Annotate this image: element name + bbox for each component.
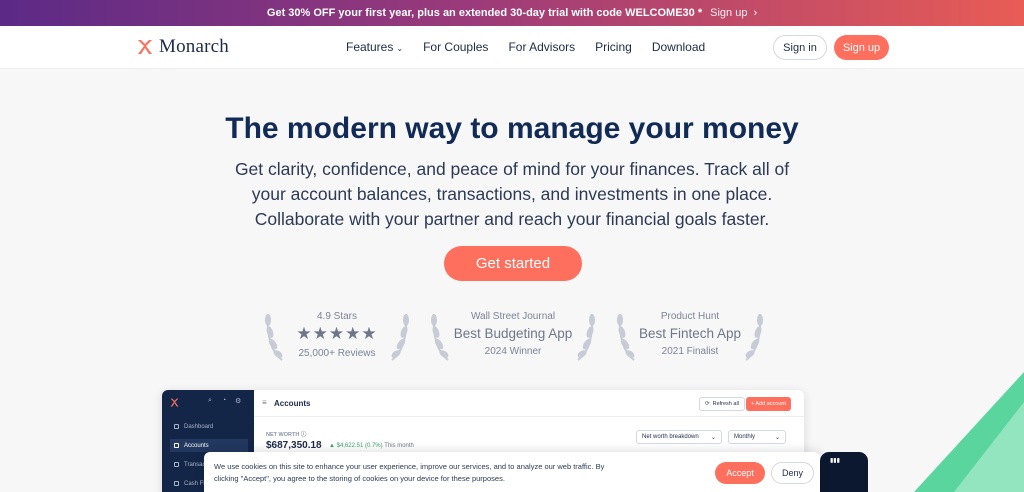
hero-headline: The modern way to manage your money (225, 112, 799, 145)
cookie-consent-banner: We use cookies on this site to enhance y… (204, 452, 820, 492)
promo-banner: Get 30% OFF your first year, plus an ext… (0, 0, 1024, 26)
promo-text: Get 30% OFF your first year, plus an ext… (266, 7, 703, 19)
select-value: Monthly (734, 434, 756, 440)
nav-item-for-couples[interactable]: For Couples (423, 40, 488, 54)
get-started-button[interactable]: Get started (444, 246, 582, 281)
sidebar-item-dashboard[interactable]: Dashboard (170, 420, 248, 433)
nav-item-for-advisors[interactable]: For Advisors (508, 40, 575, 54)
chevron-down-icon: ⌄ (710, 434, 716, 441)
chevron-down-icon: ⌄ (396, 44, 404, 53)
net-worth-value: $687,350.18 (266, 440, 322, 451)
sidebar-item-accounts[interactable]: Accounts (170, 439, 248, 452)
award-product-hunt: Product Hunt Best Fintech App 2021 Final… (614, 306, 766, 366)
add-account-button[interactable]: + Add account (746, 397, 792, 411)
accounts-icon (174, 443, 179, 448)
monarch-logo-icon (170, 398, 179, 407)
refresh-label: Refresh all (712, 401, 739, 407)
chevron-down-icon: ⌄ (774, 434, 780, 441)
monarch-butterfly-logo (138, 40, 152, 54)
nav-item-features[interactable]: Features ⌄ (346, 40, 403, 54)
search-icon[interactable]: ⌕ (208, 397, 212, 405)
laurel-right-icon (391, 313, 409, 361)
sign-up-button[interactable]: Sign up (834, 35, 889, 60)
decorative-green-shape (914, 372, 1024, 492)
award-year: 2024 Winner (484, 346, 542, 357)
transactions-icon (174, 462, 179, 467)
net-worth-label-text: NET WORTH (266, 432, 300, 438)
cookie-text: We use cookies on this site to enhance y… (214, 462, 605, 483)
laurel-right-icon (745, 313, 763, 361)
hero-subtitle: Get clarity, confidence, and peace of mi… (234, 159, 790, 229)
phone-mockup: ▮▮▮ (820, 452, 868, 492)
bell-icon[interactable]: ◔ (222, 397, 226, 404)
laurel-left-icon (265, 313, 283, 361)
change-amount: ▲ $4,622.51 (0.7%) (329, 443, 383, 449)
info-icon: ⓘ (300, 432, 307, 438)
accept-cookies-button[interactable]: Accept (715, 462, 765, 484)
dashboard-title: Accounts (274, 399, 311, 408)
signal-icon: ▮▮▮ (830, 458, 840, 464)
change-period: This month (384, 443, 414, 449)
period-select[interactable]: Monthly ⌄ (728, 430, 786, 444)
net-worth-breakdown-select[interactable]: Net worth breakdown ⌄ (636, 430, 722, 444)
sidebar-item-label: Accounts (184, 442, 209, 449)
promo-signup-link[interactable]: Sign up (710, 7, 747, 19)
laurel-left-icon (431, 313, 449, 361)
top-nav: Monarch Features ⌄ For Couples For Adviso… (0, 26, 1024, 69)
net-worth-label: NET WORTH ⓘ (266, 430, 306, 438)
nav-item-pricing[interactable]: Pricing (595, 40, 632, 54)
sign-in-button[interactable]: Sign in (773, 35, 827, 60)
nav-item-download[interactable]: Download (652, 40, 705, 54)
arrow-right-icon[interactable]: › (753, 7, 757, 19)
dashboard-icon (174, 424, 179, 429)
laurel-left-icon (617, 313, 635, 361)
award-title: Best Budgeting App (453, 326, 573, 341)
cash-flow-icon (174, 481, 179, 486)
award-rating: 4.9 Stars ★★★★★ 25,000+ Reviews (262, 306, 412, 366)
divider (254, 416, 804, 417)
gear-icon[interactable]: ⚙ (235, 397, 241, 405)
refresh-all-button[interactable]: ⟳ Refresh all (699, 397, 745, 411)
deny-cookies-button[interactable]: Deny (771, 462, 814, 484)
sidebar-item-label: Dashboard (184, 423, 214, 430)
laurel-right-icon (577, 313, 595, 361)
brand-logo[interactable]: Monarch (137, 36, 229, 58)
net-worth-change: ▲ $4,622.51 (0.7%) This month (329, 443, 414, 449)
nav-item-label: Features (346, 40, 394, 54)
award-source: Wall Street Journal (470, 311, 556, 322)
award-wsj: Wall Street Journal Best Budgeting App 2… (428, 306, 598, 366)
nav-menu: Features ⌄ For Couples For Advisors Prici… (346, 40, 725, 54)
brand-name: Monarch (159, 36, 229, 57)
menu-icon[interactable]: ≡ (262, 398, 267, 407)
select-value: Net worth breakdown (642, 434, 699, 440)
refresh-icon: ⟳ (705, 401, 710, 407)
